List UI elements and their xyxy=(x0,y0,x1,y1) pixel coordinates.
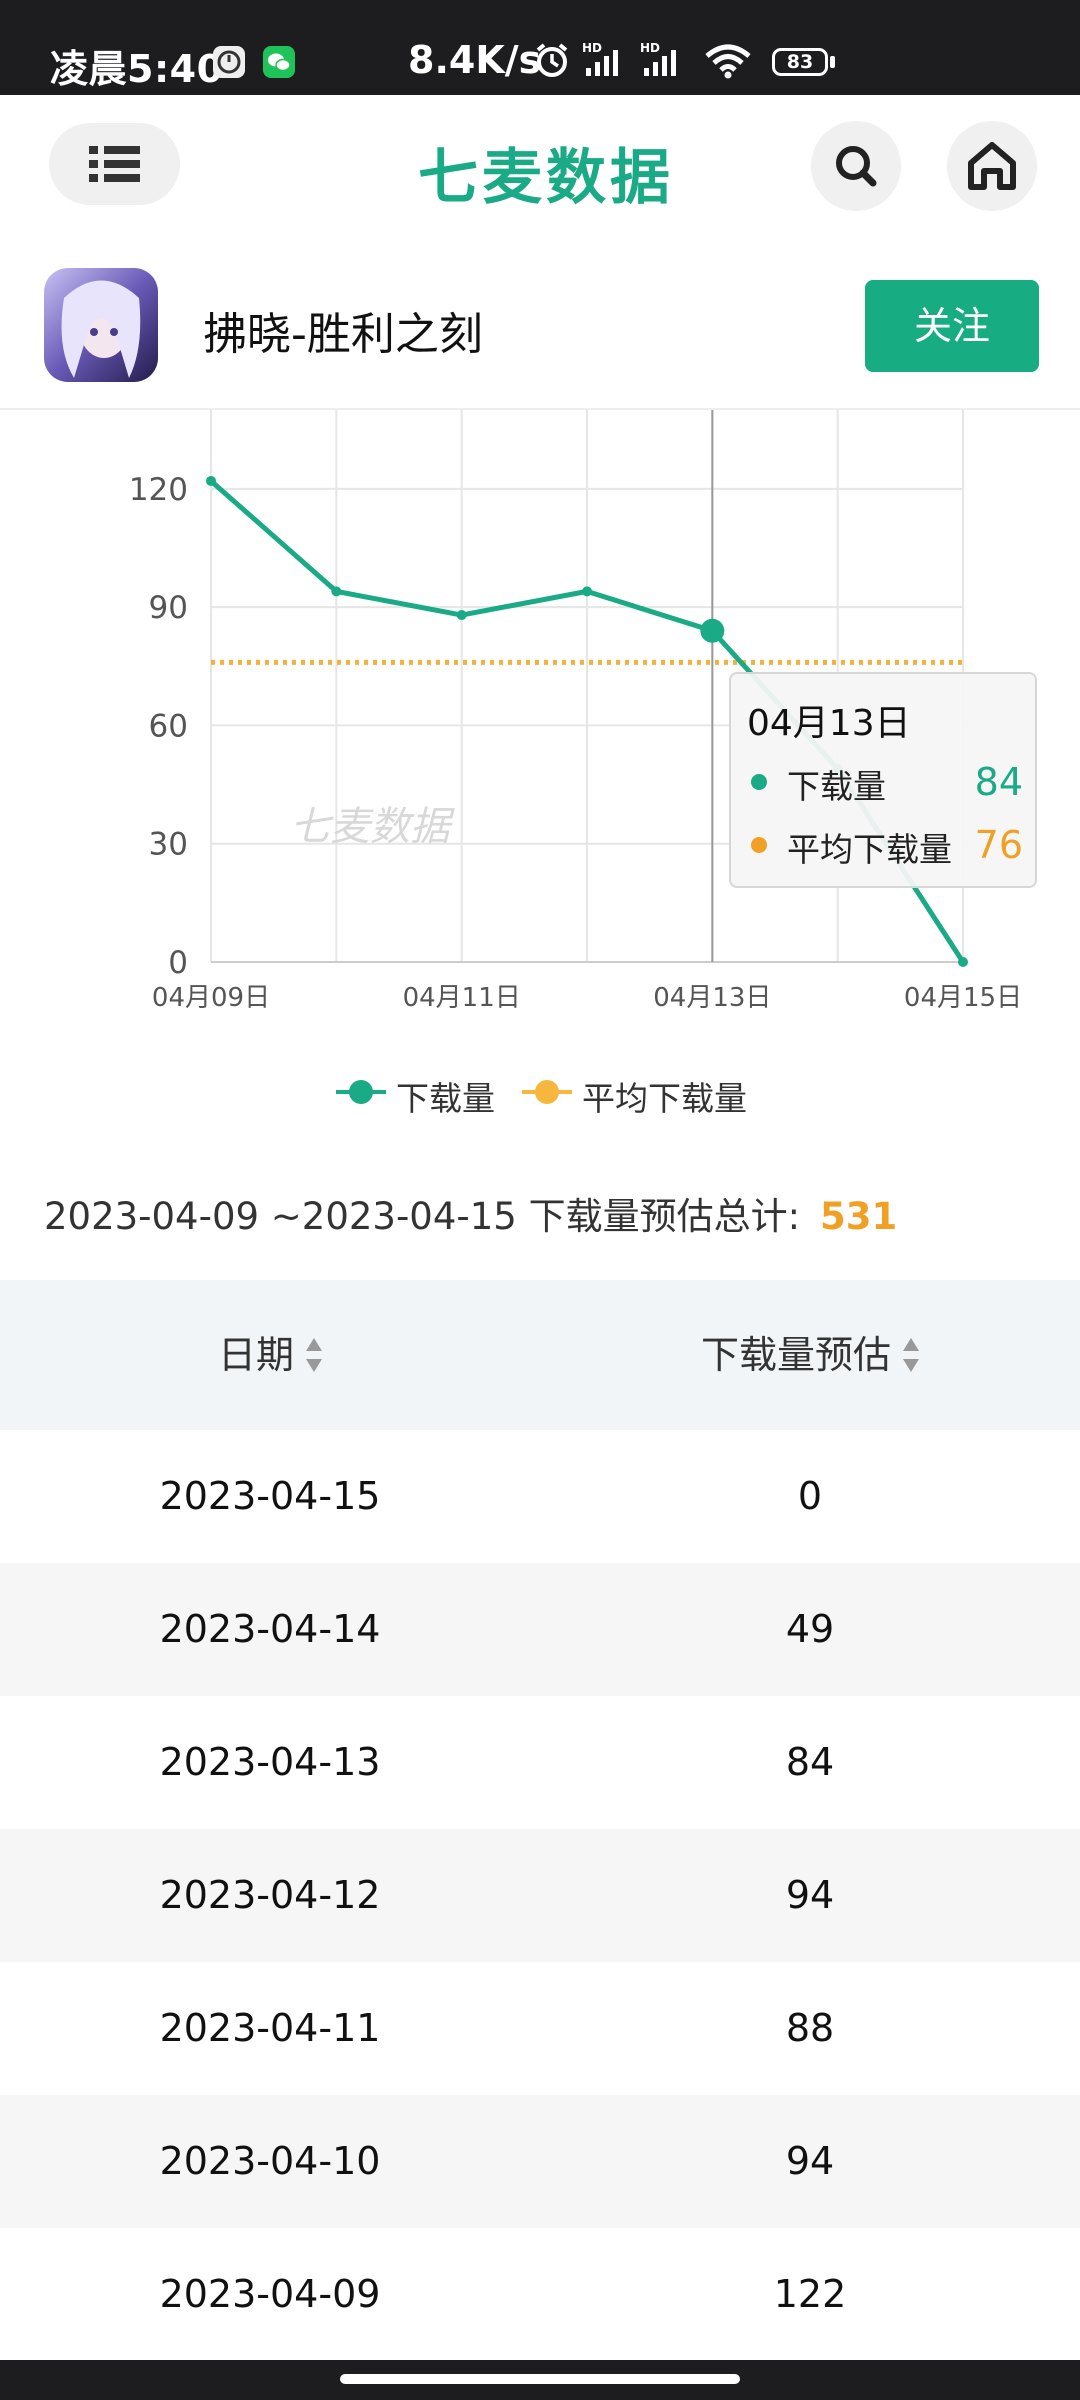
top-header: 七麦数据 xyxy=(0,95,1080,240)
cell-downloads: 88 xyxy=(785,2006,835,2050)
svg-text:HD: HD xyxy=(640,41,660,55)
y-tick-label: 0 xyxy=(168,945,188,981)
cell-downloads: 94 xyxy=(785,1873,835,1917)
data-point xyxy=(700,618,725,643)
x-tick-label: 04月09日 xyxy=(152,983,270,1013)
follow-button[interactable]: 关注 xyxy=(865,280,1039,372)
cell-date: 2023-04-14 xyxy=(159,1607,381,1651)
cell-date: 2023-04-11 xyxy=(159,2006,381,2050)
table-row: 2023-04-12 94 xyxy=(0,1829,1080,1962)
data-point xyxy=(582,586,592,597)
logo-text: 七麦数据 xyxy=(418,143,674,213)
y-tick-label: 90 xyxy=(149,590,188,626)
legend-marker xyxy=(336,1080,386,1104)
series-dot xyxy=(751,774,767,790)
signal-hd-icon: HD xyxy=(640,40,686,84)
data-point xyxy=(958,957,968,967)
legend-marker xyxy=(522,1080,572,1104)
home-gesture-handle[interactable] xyxy=(340,2374,740,2384)
cell-downloads: 94 xyxy=(785,2139,835,2183)
chart-tooltip: 04月13日 下载量 84 平均下载量 76 xyxy=(729,672,1037,888)
y-tick-label: 60 xyxy=(149,708,188,744)
cell-downloads: 122 xyxy=(773,2272,847,2316)
data-point xyxy=(206,475,216,486)
cell-date: 2023-04-10 xyxy=(159,2139,381,2183)
status-bar: 凌晨5:40 8.4K/s HD HD 83 xyxy=(0,0,1080,95)
table-row: 2023-04-15 0 xyxy=(0,1430,1080,1563)
home-button[interactable] xyxy=(947,121,1037,211)
legend-label: 平均下载量 xyxy=(582,1079,747,1118)
cell-date: 2023-04-09 xyxy=(159,2272,381,2316)
app-info-row: 拂晓-胜利之刻 关注 xyxy=(0,240,1080,410)
tooltip-value: 84 xyxy=(974,760,1023,804)
battery-icon: 83 xyxy=(772,48,828,76)
app-icon[interactable] xyxy=(44,268,158,382)
summary-range: 2023-04-09 ~2023-04-15 下载量预估总计: xyxy=(44,1195,801,1238)
tooltip-label: 平均下载量 xyxy=(787,830,952,869)
wechat-icon xyxy=(263,46,295,78)
table-row: 2023-04-14 49 xyxy=(0,1563,1080,1696)
download-chart: 0 30 60 90 120 七麦数据 04月09日 04月11日 04月13日 04月15日 0… xyxy=(0,410,1080,1130)
cell-downloads: 49 xyxy=(785,1607,835,1651)
battery-tip xyxy=(830,56,835,68)
table-row: 2023-04-09 122 xyxy=(0,2228,1080,2361)
cell-date: 2023-04-12 xyxy=(159,1873,381,1917)
summary-total: 531 xyxy=(820,1195,898,1238)
wifi-icon xyxy=(703,40,753,84)
chart-watermark: 七麦数据 xyxy=(290,804,455,850)
tooltip-row-average: 平均下载量 76 xyxy=(747,823,1023,869)
download-summary: 2023-04-09 ~2023-04-15 下载量预估总计: 531 xyxy=(44,1186,897,1240)
brand-logo[interactable]: 七麦数据 xyxy=(418,125,688,213)
column-header-label: 下载量预估 xyxy=(700,1333,891,1377)
series-dot xyxy=(751,837,767,853)
search-button[interactable] xyxy=(811,121,901,211)
column-header-label: 日期 xyxy=(217,1333,294,1377)
download-table: 日期 下载量预估 2023-04-15 0 2023-04-14 49 2023… xyxy=(0,1280,1080,2361)
tooltip-row-downloads: 下载量 84 xyxy=(747,760,1023,806)
column-header-downloads[interactable]: 下载量预估 xyxy=(540,1280,1080,1430)
cell-downloads: 0 xyxy=(797,1474,823,1518)
search-icon xyxy=(836,146,877,187)
table-row: 2023-04-10 94 xyxy=(0,2095,1080,2228)
tooltip-label: 下载量 xyxy=(787,767,886,806)
column-header-date[interactable]: 日期 xyxy=(0,1280,540,1430)
data-point xyxy=(456,610,467,621)
x-tick-label: 04月13日 xyxy=(653,983,771,1013)
alarm-icon xyxy=(532,40,572,84)
signal-hd-icon: HD xyxy=(582,40,628,84)
tooltip-title: 04月13日 xyxy=(747,703,911,744)
x-tick-label: 04月15日 xyxy=(904,983,1022,1013)
sort-icon xyxy=(306,1337,322,1372)
y-tick-label: 120 xyxy=(129,472,188,508)
cell-downloads: 84 xyxy=(785,1740,835,1784)
sort-icon xyxy=(903,1337,919,1372)
system-nav-bar xyxy=(0,2360,1080,2400)
menu-button[interactable] xyxy=(49,123,180,205)
cell-date: 2023-04-13 xyxy=(159,1740,381,1784)
list-menu-icon xyxy=(89,146,140,182)
svg-text:HD: HD xyxy=(582,41,602,55)
table-row: 2023-04-11 88 xyxy=(0,1962,1080,2095)
table-header: 日期 下载量预估 xyxy=(0,1280,1080,1430)
home-icon xyxy=(968,142,1016,190)
legend-label: 下载量 xyxy=(396,1079,495,1118)
clock-app-icon xyxy=(213,46,245,78)
y-tick-label: 30 xyxy=(149,827,188,863)
cell-date: 2023-04-15 xyxy=(159,1474,381,1518)
table-row: 2023-04-13 84 xyxy=(0,1696,1080,1829)
network-speed: 8.4K/s xyxy=(408,38,542,82)
data-point xyxy=(331,586,342,597)
status-time: 凌晨5:40 xyxy=(50,47,224,91)
x-tick-label: 04月11日 xyxy=(403,983,521,1013)
tooltip-value: 76 xyxy=(974,823,1023,867)
app-name: 拂晓-胜利之刻 xyxy=(203,309,483,360)
